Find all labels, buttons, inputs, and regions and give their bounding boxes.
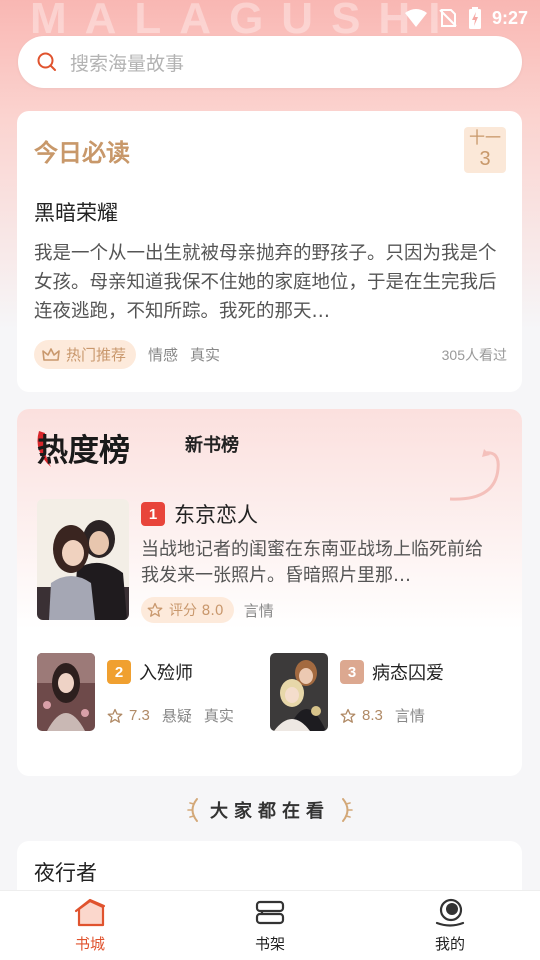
- search-icon: [37, 52, 56, 71]
- genre-tag: 言情: [394, 707, 425, 725]
- search-input[interactable]: 搜索海量故事: [70, 49, 184, 76]
- nav-label: 书架: [254, 935, 285, 953]
- rank-badge: 3: [340, 660, 364, 684]
- nav-label: 书城: [74, 935, 105, 953]
- rank-badge: 2: [107, 660, 131, 684]
- rank-2-meta: 7.3 悬疑 真实: [107, 705, 234, 726]
- genre-tag: 情感: [148, 346, 179, 364]
- bottom-nav: 书城 书架 我的: [0, 890, 540, 960]
- book-cover-sick-love[interactable]: [270, 653, 328, 731]
- cover-illustration: [37, 499, 129, 620]
- view-count: 305人看过: [441, 346, 507, 363]
- date-day: 3: [479, 148, 491, 170]
- section-header: 大家都在看: [0, 794, 540, 826]
- laurel-left-icon: [187, 798, 198, 822]
- book-cover-mortician[interactable]: [37, 653, 95, 731]
- book-cover-tokyo-lovers[interactable]: [37, 499, 129, 620]
- rank-3-item[interactable]: 3 病态囚爱 8.3 言情: [270, 653, 498, 733]
- tab-hot-ranking[interactable]: 热度榜: [37, 425, 130, 470]
- date-badge: 十一 3: [464, 127, 506, 173]
- battery-icon: [468, 7, 481, 29]
- nav-label: 我的: [434, 935, 465, 953]
- nav-item-profile[interactable]: 我的: [360, 891, 540, 960]
- tab-new-book-ranking[interactable]: 新书榜: [185, 431, 239, 457]
- rank-3-title[interactable]: 病态囚爱: [372, 659, 444, 685]
- score-value: 7.3: [129, 707, 150, 724]
- genre-tag: 真实: [203, 707, 234, 725]
- bookshelf-icon: [255, 900, 285, 925]
- genre-tag: 真实: [190, 346, 221, 364]
- rank-badge: 1: [141, 502, 165, 526]
- star-icon: [340, 708, 356, 723]
- nav-item-bookshelf[interactable]: 书架: [180, 891, 360, 960]
- rank-1-header[interactable]: 1 东京恋人: [141, 499, 258, 529]
- wifi-icon: [404, 9, 427, 27]
- score-value: 8.3: [362, 707, 383, 724]
- status-time: 9:27: [491, 7, 528, 28]
- today-book-title[interactable]: 黑暗荣耀: [34, 197, 118, 227]
- no-sim-icon: [439, 9, 457, 27]
- cover-illustration: [270, 653, 328, 731]
- laurel-right-icon: [342, 798, 353, 822]
- rank-3-meta: 8.3 言情: [340, 705, 425, 726]
- rank-1-meta: 评分 8.0 言情: [141, 597, 274, 623]
- score-label: 评分 8.0: [169, 603, 224, 619]
- today-card-title: 今日必读: [34, 138, 130, 167]
- hot-recommend-label: 热门推荐: [66, 346, 127, 364]
- cover-illustration: [37, 653, 95, 731]
- genre-tag: 言情: [243, 601, 274, 620]
- book-title[interactable]: 夜行者: [34, 857, 97, 887]
- nav-item-bookstore[interactable]: 书城: [0, 891, 180, 960]
- today-must-read-card[interactable]: 今日必读 十一 3 黑暗荣耀 我是一个从一出生就被母亲抛弃的野孩子。只因为我是个…: [17, 111, 522, 392]
- rank-1-description: 当战地记者的闺蜜在东南亚战场上临死前给我发来一张照片。昏暗照片里那…: [141, 539, 483, 586]
- ranking-card: 热度榜 新书榜 1 东京恋人 当战地记者的闺蜜在东南亚战场上临死前给我发来一张照…: [17, 409, 522, 776]
- today-book-description: 我是一个从一出生就被母亲抛弃的野孩子。只因为我是个女孩。母亲知道我保不住她的家庭…: [34, 243, 497, 322]
- rank-2-title[interactable]: 入殓师: [139, 659, 193, 685]
- rank-1-title[interactable]: 东京恋人: [174, 499, 258, 529]
- crown-icon: [42, 347, 60, 361]
- search-bar[interactable]: 搜索海量故事: [18, 36, 522, 88]
- hot-recommend-badge: 热门推荐: [34, 340, 137, 369]
- date-month: 十一: [468, 130, 501, 147]
- status-bar: 9:27: [404, 4, 528, 32]
- score-badge: 评分 8.0: [141, 597, 234, 623]
- section-title: 大家都在看: [210, 801, 330, 822]
- genre-tag: 悬疑: [161, 707, 192, 725]
- rank-3-header: 3 病态囚爱: [340, 659, 444, 685]
- rank-2-header: 2 入殓师: [107, 659, 193, 685]
- star-icon: [107, 708, 123, 723]
- profile-icon: [435, 898, 465, 927]
- ranking-decoration-icon: [449, 449, 500, 501]
- home-icon: [74, 898, 106, 927]
- rank-2-item[interactable]: 2 入殓师 7.3 悬疑 真实: [37, 653, 265, 733]
- star-icon: [147, 602, 163, 617]
- today-book-meta: 热门推荐 情感 真实 305人看过: [34, 340, 507, 369]
